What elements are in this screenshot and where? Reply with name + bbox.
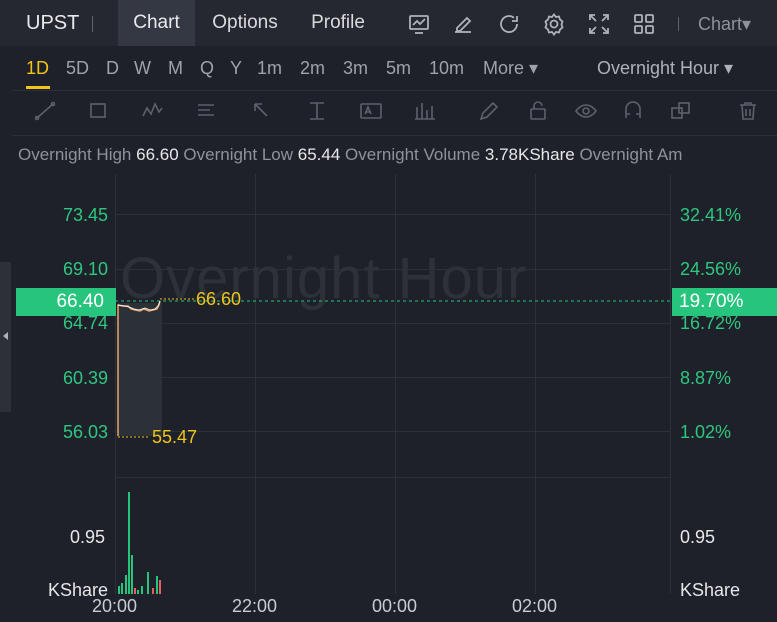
time-axis-tick: 00:00 — [372, 596, 418, 616]
volume-bar — [147, 572, 149, 594]
volume-bar — [121, 583, 123, 594]
volume-bar — [128, 492, 130, 594]
time-axis-tick: 22:00 — [232, 596, 278, 616]
price-area-fill — [118, 303, 162, 436]
volume-axis-tick-right: 0.95 — [680, 527, 716, 547]
time-axis-tick: 02:00 — [512, 596, 558, 616]
current-price-tag: 66.40 — [16, 288, 116, 316]
volume-bar — [137, 590, 139, 594]
time-axis-tick: 20:00 — [92, 596, 138, 616]
session-high-marker: 66.60 — [196, 289, 242, 309]
price-chart — [115, 298, 670, 594]
volume-bar — [159, 580, 161, 594]
volume-bars — [118, 492, 161, 594]
volume-axis-tick: 0.95 — [70, 527, 106, 547]
volume-bar — [141, 586, 143, 594]
volume-unit-label-right: KShare — [680, 580, 741, 600]
volume-bar — [118, 586, 120, 594]
volume-bar — [152, 588, 154, 594]
session-low-marker: 55.47 — [152, 427, 198, 447]
volume-bar — [134, 588, 136, 594]
current-change-tag: 19.70% — [672, 288, 777, 316]
volume-bar — [156, 576, 158, 594]
volume-bar — [131, 555, 133, 594]
volume-bar — [125, 575, 127, 594]
